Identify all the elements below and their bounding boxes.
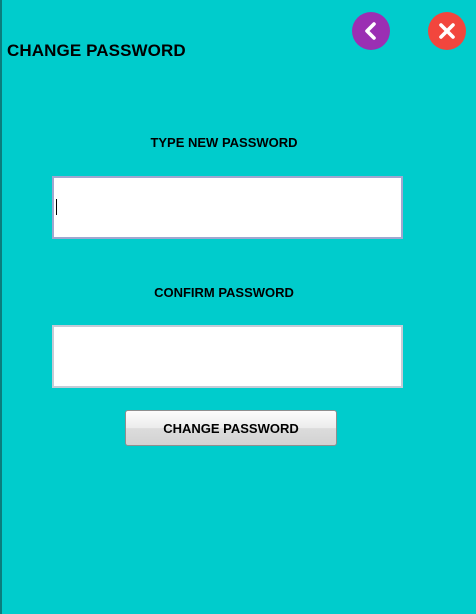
window-left-border xyxy=(0,0,2,614)
confirm-password-label: CONFIRM PASSWORD xyxy=(154,285,294,300)
close-button[interactable] xyxy=(428,12,466,50)
change-password-button[interactable]: CHANGE PASSWORD xyxy=(125,410,337,446)
back-button[interactable] xyxy=(352,12,390,50)
text-cursor xyxy=(56,199,57,215)
confirm-password-field[interactable] xyxy=(52,325,403,388)
close-icon xyxy=(439,23,455,39)
chevron-left-icon xyxy=(365,22,376,40)
change-password-window: CHANGE PASSWORD TYPE NEW PASSWORD CONFIR… xyxy=(0,0,476,614)
page-title: CHANGE PASSWORD xyxy=(7,41,186,60)
new-password-field[interactable] xyxy=(52,176,403,239)
new-password-label: TYPE NEW PASSWORD xyxy=(150,135,298,150)
